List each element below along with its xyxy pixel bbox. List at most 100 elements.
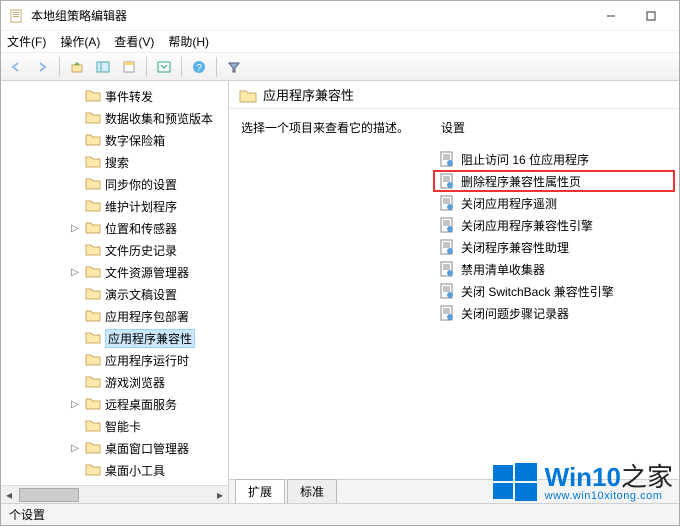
tree-item-label: 桌面小工具 xyxy=(105,462,165,479)
setting-item-label: 关闭应用程序兼容性引擎 xyxy=(461,217,593,234)
tree-item[interactable]: ▷ 远程桌面服务 xyxy=(1,393,228,415)
details-heading: 应用程序兼容性 xyxy=(263,85,354,104)
setting-item[interactable]: 禁用清单收集器 xyxy=(433,258,675,280)
horizontal-scrollbar[interactable]: ◂ ▸ xyxy=(1,485,228,503)
tab-standard[interactable]: 标准 xyxy=(287,479,337,503)
separator xyxy=(146,57,147,77)
separator xyxy=(59,57,60,77)
folder-icon xyxy=(85,287,101,301)
settings-column: 设置 阻止访问 16 位应用程序删除程序兼容性属性页关闭应用程序遥测关闭应用程序… xyxy=(429,109,679,479)
folder-icon xyxy=(85,89,101,103)
tree-item[interactable]: 事件转发 xyxy=(1,85,228,107)
tree-item-label: 智能卡 xyxy=(105,418,141,435)
tree-item[interactable]: 维护计划程序 xyxy=(1,195,228,217)
help-button[interactable]: ? xyxy=(188,56,210,78)
tree-item[interactable]: 同步你的设置 xyxy=(1,173,228,195)
setting-item[interactable]: 关闭应用程序遥测 xyxy=(433,192,675,214)
tree-item-label: 维护计划程序 xyxy=(105,198,177,215)
back-button[interactable] xyxy=(5,56,27,78)
expand-icon[interactable]: ▷ xyxy=(69,223,81,234)
tree-item[interactable]: 应用程序运行时 xyxy=(1,349,228,371)
folder-icon xyxy=(85,441,101,455)
details-header: 应用程序兼容性 xyxy=(229,81,679,109)
scroll-right-arrow[interactable]: ▸ xyxy=(212,488,228,502)
expand-icon[interactable]: ▷ xyxy=(69,399,81,410)
tree-item-label: 游戏浏览器 xyxy=(105,374,165,391)
setting-item-label: 禁用清单收集器 xyxy=(461,261,545,278)
setting-item[interactable]: 关闭程序兼容性助理 xyxy=(433,236,675,258)
tree-item[interactable]: 数字保险箱 xyxy=(1,129,228,151)
description-prompt: 选择一个项目来查看它的描述。 xyxy=(241,121,409,135)
tree-item-label: 事件转发 xyxy=(105,88,153,105)
menu-file[interactable]: 文件(F) xyxy=(7,33,46,50)
scroll-left-arrow[interactable]: ◂ xyxy=(1,488,17,502)
expand-icon[interactable]: ▷ xyxy=(69,443,81,454)
tree-item-label: 应用程序运行时 xyxy=(105,352,189,369)
folder-icon xyxy=(85,155,101,169)
details-body: 选择一个项目来查看它的描述。 设置 阻止访问 16 位应用程序删除程序兼容性属性… xyxy=(229,109,679,479)
folder-icon xyxy=(85,375,101,389)
tree-item-label: 数字保险箱 xyxy=(105,132,165,149)
policy-icon xyxy=(439,261,455,277)
tree-item[interactable]: 应用程序包部署 xyxy=(1,305,228,327)
setting-item[interactable]: 关闭问题步骤记录器 xyxy=(433,302,675,324)
tree-item-label: 文件历史记录 xyxy=(105,242,177,259)
setting-item[interactable]: 关闭应用程序兼容性引擎 xyxy=(433,214,675,236)
setting-item-label: 删除程序兼容性属性页 xyxy=(461,173,581,190)
window-title: 本地组策略编辑器 xyxy=(31,7,591,24)
tree-item[interactable]: 演示文稿设置 xyxy=(1,283,228,305)
window: 本地组策略编辑器 文件(F) 操作(A) 查看(V) 帮助(H) ? 事件转发数… xyxy=(0,0,680,526)
folder-icon xyxy=(85,111,101,125)
properties-button[interactable] xyxy=(118,56,140,78)
refresh-button[interactable] xyxy=(153,56,175,78)
tree-list[interactable]: 事件转发数据收集和预览版本数字保险箱搜索同步你的设置维护计划程序 ▷ 位置和传感器文… xyxy=(1,81,228,485)
tree-item-label: 远程桌面服务 xyxy=(105,396,177,413)
folder-icon xyxy=(85,309,101,323)
scroll-thumb[interactable] xyxy=(19,488,79,502)
tree-item[interactable]: ▷桌面窗口管理器 xyxy=(1,437,228,459)
up-button[interactable] xyxy=(66,56,88,78)
setting-item[interactable]: 关闭 SwitchBack 兼容性引擎 xyxy=(433,280,675,302)
settings-column-header[interactable]: 设置 xyxy=(433,119,675,136)
forward-button[interactable] xyxy=(31,56,53,78)
tree-item[interactable]: 游戏浏览器 xyxy=(1,371,228,393)
tree-item[interactable]: ▷文件资源管理器 xyxy=(1,261,228,283)
tree-item[interactable]: ▷ 位置和传感器 xyxy=(1,217,228,239)
policy-icon xyxy=(439,173,455,189)
setting-item[interactable]: 阻止访问 16 位应用程序 xyxy=(433,148,675,170)
folder-icon xyxy=(85,265,101,279)
folder-icon xyxy=(85,463,101,477)
tree-item[interactable]: 文件历史记录 xyxy=(1,239,228,261)
tab-extended[interactable]: 扩展 xyxy=(235,479,285,503)
folder-icon xyxy=(85,199,101,213)
minimize-button[interactable] xyxy=(591,2,631,30)
tree-item[interactable]: 数据收集和预览版本 xyxy=(1,107,228,129)
expand-icon[interactable]: ▷ xyxy=(69,267,81,278)
tree-item-label: 搜索 xyxy=(105,154,129,171)
filter-button[interactable] xyxy=(223,56,245,78)
policy-icon xyxy=(439,195,455,211)
tree-item[interactable]: 智能卡 xyxy=(1,415,228,437)
menu-help[interactable]: 帮助(H) xyxy=(168,33,209,50)
tree-item[interactable]: 桌面小工具 xyxy=(1,459,228,481)
policy-icon xyxy=(439,305,455,321)
titlebar: 本地组策略编辑器 xyxy=(1,1,679,31)
tree-item-label: 应用程序兼容性 xyxy=(105,329,195,348)
tree-pane: 事件转发数据收集和预览版本数字保险箱搜索同步你的设置维护计划程序 ▷ 位置和传感器文… xyxy=(1,81,229,503)
policy-icon xyxy=(439,239,455,255)
folder-icon xyxy=(85,353,101,367)
show-hide-tree-button[interactable] xyxy=(92,56,114,78)
tree-item[interactable]: 应用程序兼容性 xyxy=(1,327,228,349)
menu-view[interactable]: 查看(V) xyxy=(114,33,154,50)
tree-item-label: 应用程序包部署 xyxy=(105,308,189,325)
setting-item-label: 关闭问题步骤记录器 xyxy=(461,305,569,322)
tree-item[interactable]: 搜索 xyxy=(1,151,228,173)
tree-item-label: 位置和传感器 xyxy=(105,220,177,237)
setting-item-label: 阻止访问 16 位应用程序 xyxy=(461,151,589,168)
setting-item[interactable]: 删除程序兼容性属性页 xyxy=(433,170,675,192)
folder-icon xyxy=(85,243,101,257)
policy-icon xyxy=(439,217,455,233)
setting-item-label: 关闭应用程序遥测 xyxy=(461,195,557,212)
menu-action[interactable]: 操作(A) xyxy=(60,33,100,50)
maximize-button[interactable] xyxy=(631,2,671,30)
